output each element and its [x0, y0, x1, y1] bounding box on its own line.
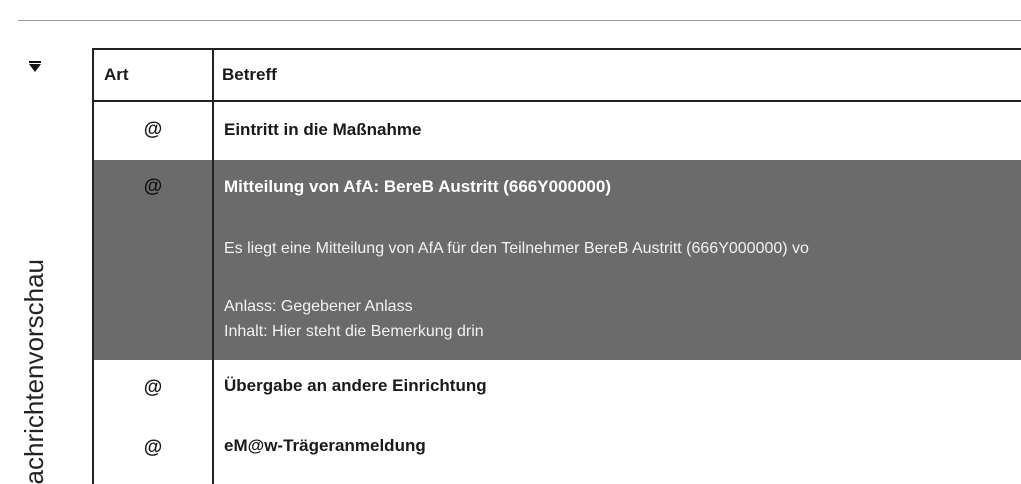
collapse-toggle-button[interactable] — [24, 57, 46, 77]
column-divider — [212, 48, 214, 484]
top-divider — [18, 20, 1021, 21]
triangle-down-icon — [29, 61, 41, 72]
message-type-icon: @ — [143, 119, 163, 140]
table-row-selected[interactable]: @ Mitteilung von AfA: BereB Austritt (66… — [94, 160, 1021, 360]
message-subject: Übergabe an andere Einrichtung — [224, 376, 487, 395]
message-subject: eM@w-Trägeranmeldung — [224, 436, 426, 455]
table-row[interactable]: @ Eintritt in die Maßnahme — [94, 102, 1021, 160]
message-preview-anlass: Anlass: Gegebener Anlass — [224, 298, 413, 315]
panel-title: achrichtenvorschau — [19, 258, 49, 484]
table-row[interactable]: @ Übergabe an andere Einrichtung — [94, 360, 1021, 418]
message-preview-panel: achrichtenvorschau Art Betreff @ Eintrit… — [0, 0, 1021, 484]
message-type-icon: @ — [143, 377, 163, 398]
column-header-betreff[interactable]: Betreff — [222, 50, 277, 100]
message-preview-inhalt: Inhalt: Hier steht die Bemerkung drin — [224, 323, 484, 340]
table-row[interactable]: @ eM@w-Trägeranmeldung — [94, 418, 1021, 484]
message-subject: Eintritt in die Maßnahme — [224, 120, 422, 139]
message-type-icon: @ — [143, 437, 163, 458]
column-header-art[interactable]: Art — [104, 50, 129, 100]
message-type-icon: @ — [143, 176, 163, 197]
message-subject: Mitteilung von AfA: BereB Austritt (666Y… — [224, 177, 611, 196]
message-preview-body: Es liegt eine Mitteilung von AfA für den… — [224, 240, 809, 257]
table-header: Art Betreff — [94, 50, 1021, 102]
panel-title-container: achrichtenvorschau — [17, 120, 51, 484]
